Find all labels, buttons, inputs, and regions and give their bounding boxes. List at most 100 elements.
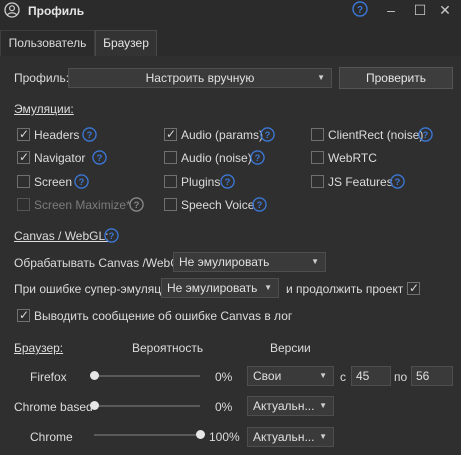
js-features-checkbox[interactable]	[311, 175, 324, 188]
webrtc-checkbox[interactable]	[311, 151, 324, 164]
super-emulation-error-value: Не эмулировать	[167, 281, 258, 295]
svg-text:?: ?	[87, 130, 93, 140]
screen-maximize-label: Screen Maximize*	[34, 198, 131, 212]
chrome-probability-slider-track[interactable]	[94, 434, 200, 436]
chevron-down-icon: ▼	[319, 371, 327, 380]
maximize-button[interactable]: ☐	[409, 0, 431, 22]
firefox-version-to-input[interactable]: 56	[411, 366, 453, 386]
emulations-heading: Эмуляции:	[14, 102, 74, 116]
tab-browser[interactable]: Браузер	[95, 30, 157, 56]
chrome-based-version-mode-value: Актуальн...	[253, 399, 315, 413]
minimize-button[interactable]: –	[380, 0, 402, 22]
help-icon[interactable]: ?	[82, 127, 97, 142]
svg-text:?: ?	[265, 130, 271, 140]
help-icon[interactable]: ?	[74, 174, 89, 189]
clientrect-noise-checkbox[interactable]	[311, 128, 324, 141]
firefox-version-from-input[interactable]: 45	[351, 366, 391, 386]
super-emulation-error-select[interactable]: Не эмулировать ▼	[161, 278, 279, 298]
audio-params-label: Audio (params)	[181, 128, 264, 142]
help-icon[interactable]: ?	[252, 197, 267, 212]
checkmark-icon: ✓	[19, 150, 30, 164]
chrome-based-probability-value: 0%	[215, 400, 233, 414]
chrome-probability-slider-thumb[interactable]	[195, 430, 205, 439]
help-icon[interactable]: ?	[250, 150, 265, 165]
show-canvas-error-checkbox[interactable]: ✓	[17, 308, 30, 322]
help-icon[interactable]: ?	[260, 127, 275, 142]
help-icon[interactable]: ?	[104, 228, 119, 243]
svg-text:?: ?	[255, 153, 261, 163]
svg-text:?: ?	[109, 231, 115, 241]
svg-text:?: ?	[134, 200, 140, 210]
svg-text:?: ?	[97, 153, 103, 163]
speech-voice-label: Speech Voice	[181, 198, 255, 212]
navigator-checkbox[interactable]: ✓	[17, 150, 30, 164]
help-icon[interactable]: ?	[129, 197, 144, 212]
process-canvas-value: Не эмулировать	[179, 255, 270, 269]
js-features-label: JS Features	[328, 175, 393, 189]
plugins-label: Plugins	[181, 175, 221, 189]
svg-text:?: ?	[79, 177, 85, 187]
show-canvas-error-label: Выводить сообщение об ошибке Canvas в ло…	[34, 309, 293, 323]
user-profile-icon	[4, 2, 20, 18]
versions-column-header: Версии	[270, 341, 311, 355]
clientrect-noise-label: ClientRect (noise)	[328, 128, 424, 142]
audio-noise-label: Audio (noise)	[181, 151, 252, 165]
help-icon[interactable]: ?	[92, 150, 107, 165]
firefox-probability-value: 0%	[215, 370, 233, 384]
checkmark-icon: ✓	[19, 127, 30, 141]
firefox-version-mode-select[interactable]: Свои ▼	[247, 366, 334, 386]
svg-text:?: ?	[423, 130, 429, 140]
audio-params-checkbox[interactable]: ✓	[164, 127, 177, 141]
super-emulation-error-label: При ошибке супер-эмуляции	[14, 282, 175, 296]
continue-project-checkbox[interactable]: ✓	[407, 281, 420, 295]
window-title: Профиль	[28, 4, 85, 18]
screen-checkbox[interactable]	[17, 175, 30, 188]
checkmark-icon: ✓	[19, 308, 30, 322]
chrome-version-mode-value: Актуальн...	[253, 430, 315, 444]
chrome-probability-value: 100%	[209, 430, 240, 444]
profile-label: Профиль:	[14, 71, 70, 85]
webrtc-label: WebRTC	[328, 151, 377, 165]
close-button[interactable]: ✕	[434, 0, 456, 22]
chrome-based-probability-slider-track[interactable]	[94, 405, 200, 407]
help-icon[interactable]: ?	[418, 127, 433, 142]
chrome-based-probability-slider-thumb[interactable]	[89, 401, 99, 410]
chevron-down-icon: ▼	[264, 283, 272, 292]
firefox-probability-slider-thumb[interactable]	[89, 371, 99, 380]
process-canvas-label: Обрабатывать Canvas /WebGL	[14, 256, 187, 270]
navigator-label: Navigator	[34, 151, 86, 165]
help-icon[interactable]: ?	[352, 1, 368, 17]
chrome-version-mode-select[interactable]: Актуальн... ▼	[247, 427, 334, 447]
firefox-probability-slider-track[interactable]	[94, 375, 200, 377]
probability-column-header: Вероятность	[132, 341, 204, 355]
version-from-label: с	[340, 370, 346, 384]
svg-text:?: ?	[395, 177, 401, 187]
screen-label: Screen	[34, 175, 73, 189]
profile-select[interactable]: Настроить вручную ▼	[68, 68, 332, 88]
profile-select-value: Настроить вручную	[145, 71, 255, 85]
chrome-based-version-mode-select[interactable]: Актуальн... ▼	[247, 396, 334, 416]
chrome-label: Chrome	[30, 430, 73, 444]
continue-project-label: и продолжить проект	[286, 282, 404, 296]
chevron-down-icon: ▼	[311, 257, 319, 266]
check-button[interactable]: Проверить	[339, 67, 453, 89]
checkmark-icon: ✓	[166, 127, 177, 141]
help-icon[interactable]: ?	[220, 174, 235, 189]
audio-noise-checkbox[interactable]	[164, 151, 177, 164]
svg-text:?: ?	[357, 5, 363, 16]
help-icon[interactable]: ?	[390, 174, 405, 189]
tab-user[interactable]: Пользователь	[0, 30, 95, 56]
firefox-version-mode-value: Свои	[253, 369, 282, 383]
checkmark-icon: ✓	[409, 281, 420, 295]
svg-text:?: ?	[225, 177, 231, 187]
chevron-down-icon: ▼	[319, 432, 327, 441]
version-to-label: по	[394, 370, 408, 384]
browser-heading: Браузер:	[14, 341, 64, 355]
firefox-label: Firefox	[30, 370, 67, 384]
headers-label: Headers	[34, 128, 80, 142]
speech-voice-checkbox[interactable]	[164, 198, 177, 211]
process-canvas-select[interactable]: Не эмулировать ▼	[173, 252, 326, 272]
svg-text:?: ?	[257, 200, 263, 210]
headers-checkbox[interactable]: ✓	[17, 127, 30, 141]
plugins-checkbox[interactable]	[164, 175, 177, 188]
